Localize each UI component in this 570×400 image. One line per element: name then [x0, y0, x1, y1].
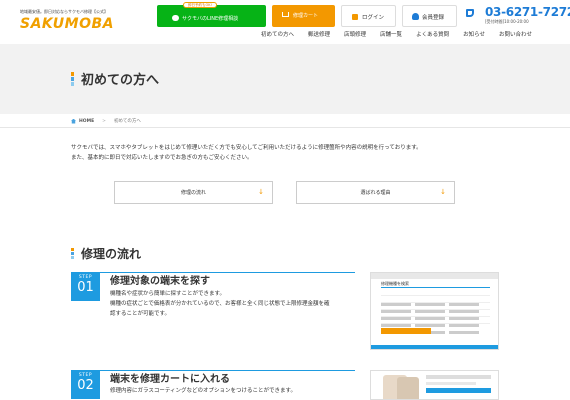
line-chat-icon [172, 15, 179, 21]
phone-image [397, 377, 419, 399]
step-number: 01 [77, 280, 94, 295]
login-button[interactable]: ログイン [341, 5, 396, 27]
mock-browser-bar [371, 273, 498, 279]
section-title: 修理の流れ [81, 247, 142, 261]
step-badge: STEP 02 [71, 370, 100, 399]
step-line: 認することが可能です。 [110, 311, 170, 317]
step-line: 修理内容にガラスコーティングなどのオプションをつけることができます。 [110, 388, 297, 394]
anchor-button-repair-flow[interactable]: 修理の流れ ↓ [114, 181, 273, 204]
intro-text: サクモバでは、スマホやタブレットをはじめて修理いただく方でも安心してご利用いただ… [71, 143, 501, 163]
step-description: 機種名や症状から簡単に探すことができます。 機種の症状ごとで価格表が分かれている… [110, 289, 355, 319]
breadcrumb-home[interactable]: HOME [79, 119, 94, 124]
nav-item-mail-repair[interactable]: 郵送修理 [301, 30, 337, 40]
mock-button [381, 328, 431, 334]
line-promo-bubble: 即日予約もOK! [183, 2, 217, 8]
nav-item-store-repair[interactable]: 店頭修理 [337, 30, 373, 40]
mock-rule [381, 287, 490, 288]
page-hero: 初めての方へ [0, 44, 570, 114]
breadcrumb-divider [0, 127, 570, 128]
step-description: 修理内容にガラスコーティングなどのオプションをつけることができます。 [110, 386, 355, 396]
nav-item-first-time[interactable]: 初めての方へ [257, 30, 301, 40]
mock-bar [426, 388, 491, 393]
phone-number[interactable]: 03-6271-7272 [485, 5, 570, 19]
page: 地域最安値。即日対応ならサクモバ修理【公式】 SAKUMOBA 即日予約もOK!… [0, 0, 570, 400]
step-number: 02 [77, 378, 94, 393]
step-line: 機種名や症状から簡単に探すことができます。 [110, 291, 225, 297]
section-marker-icon [71, 248, 74, 260]
step2-screenshot [370, 370, 499, 400]
phone-hours: [受付時間]10:00-20:00 [485, 19, 529, 24]
mock-row [381, 312, 490, 327]
member-register-label: 会員登録 [422, 15, 445, 21]
breadcrumb: HOME > 初めての方へ [71, 118, 141, 124]
anchor-button-label: 選ばれる理由 [360, 190, 391, 196]
person-icon [412, 13, 419, 20]
arrow-down-icon: ↓ [440, 188, 446, 196]
step-title: 修理対象の端末を探す [110, 276, 210, 287]
step-title: 端末を修理カートに入れる [110, 374, 230, 385]
mock-row [381, 319, 490, 334]
arrow-down-icon: ↓ [258, 188, 264, 196]
home-icon [71, 118, 76, 124]
nav-item-news[interactable]: お知らせ [456, 30, 492, 40]
nav-item-contact[interactable]: お問い合わせ [492, 30, 539, 40]
mock-footer [371, 345, 498, 349]
line-consult-button[interactable]: 即日予約もOK! サクモバのLINE修理相談 [157, 2, 266, 27]
step1-screenshot: 修理機種を検索 [370, 272, 499, 350]
nav-item-store-list[interactable]: 店舗一覧 [373, 30, 409, 40]
step-line: 機種の症状ごとで価格表が分かれているので、お客様と全く同じ状態で上限修理金額を確 [110, 301, 330, 307]
step-badge: STEP 01 [71, 272, 100, 301]
breadcrumb-current: 初めての方へ [113, 119, 141, 124]
intro-line: サクモバでは、スマホやタブレットをはじめて修理いただく方でも安心してご利用いただ… [71, 145, 422, 151]
member-register-button[interactable]: 会員登録 [402, 5, 457, 27]
breadcrumb-separator: > [102, 118, 106, 124]
lock-icon [352, 14, 358, 20]
page-title: 初めての方へ [81, 73, 160, 88]
mock-bar [426, 382, 476, 385]
mock-bar [426, 375, 491, 379]
nav-item-faq[interactable]: よくある質問 [409, 30, 456, 40]
header-tagline: 地域最安値。即日対応ならサクモバ修理【公式】 [20, 9, 108, 14]
mock-row [381, 291, 490, 306]
cart-icon [282, 12, 289, 17]
repair-cart-button[interactable]: 修理カート [272, 5, 335, 27]
site-logo[interactable]: SAKUMOBA [20, 16, 114, 32]
logo-text: SAKUMOBA [20, 16, 114, 32]
main-nav: 初めての方へ 郵送修理 店頭修理 店舗一覧 よくある質問 お知らせ お問い合わせ [257, 30, 539, 40]
intro-line: また、基本的に即日で対応いたしますのでお急ぎの方もご安心ください。 [71, 155, 253, 161]
mock-row [381, 298, 490, 313]
login-label: ログイン [362, 15, 385, 21]
mock-row [381, 305, 490, 320]
phone-icon [466, 9, 474, 17]
anchor-button-reasons[interactable]: 選ばれる理由 ↓ [296, 181, 455, 204]
repair-cart-label: 修理カート [293, 13, 319, 19]
site-header: 地域最安値。即日対応ならサクモバ修理【公式】 SAKUMOBA 即日予約もOK!… [0, 0, 570, 44]
line-consult-label: サクモバのLINE修理相談 [182, 16, 239, 22]
anchor-button-label: 修理の流れ [180, 190, 206, 196]
title-marker-icon [71, 72, 74, 86]
